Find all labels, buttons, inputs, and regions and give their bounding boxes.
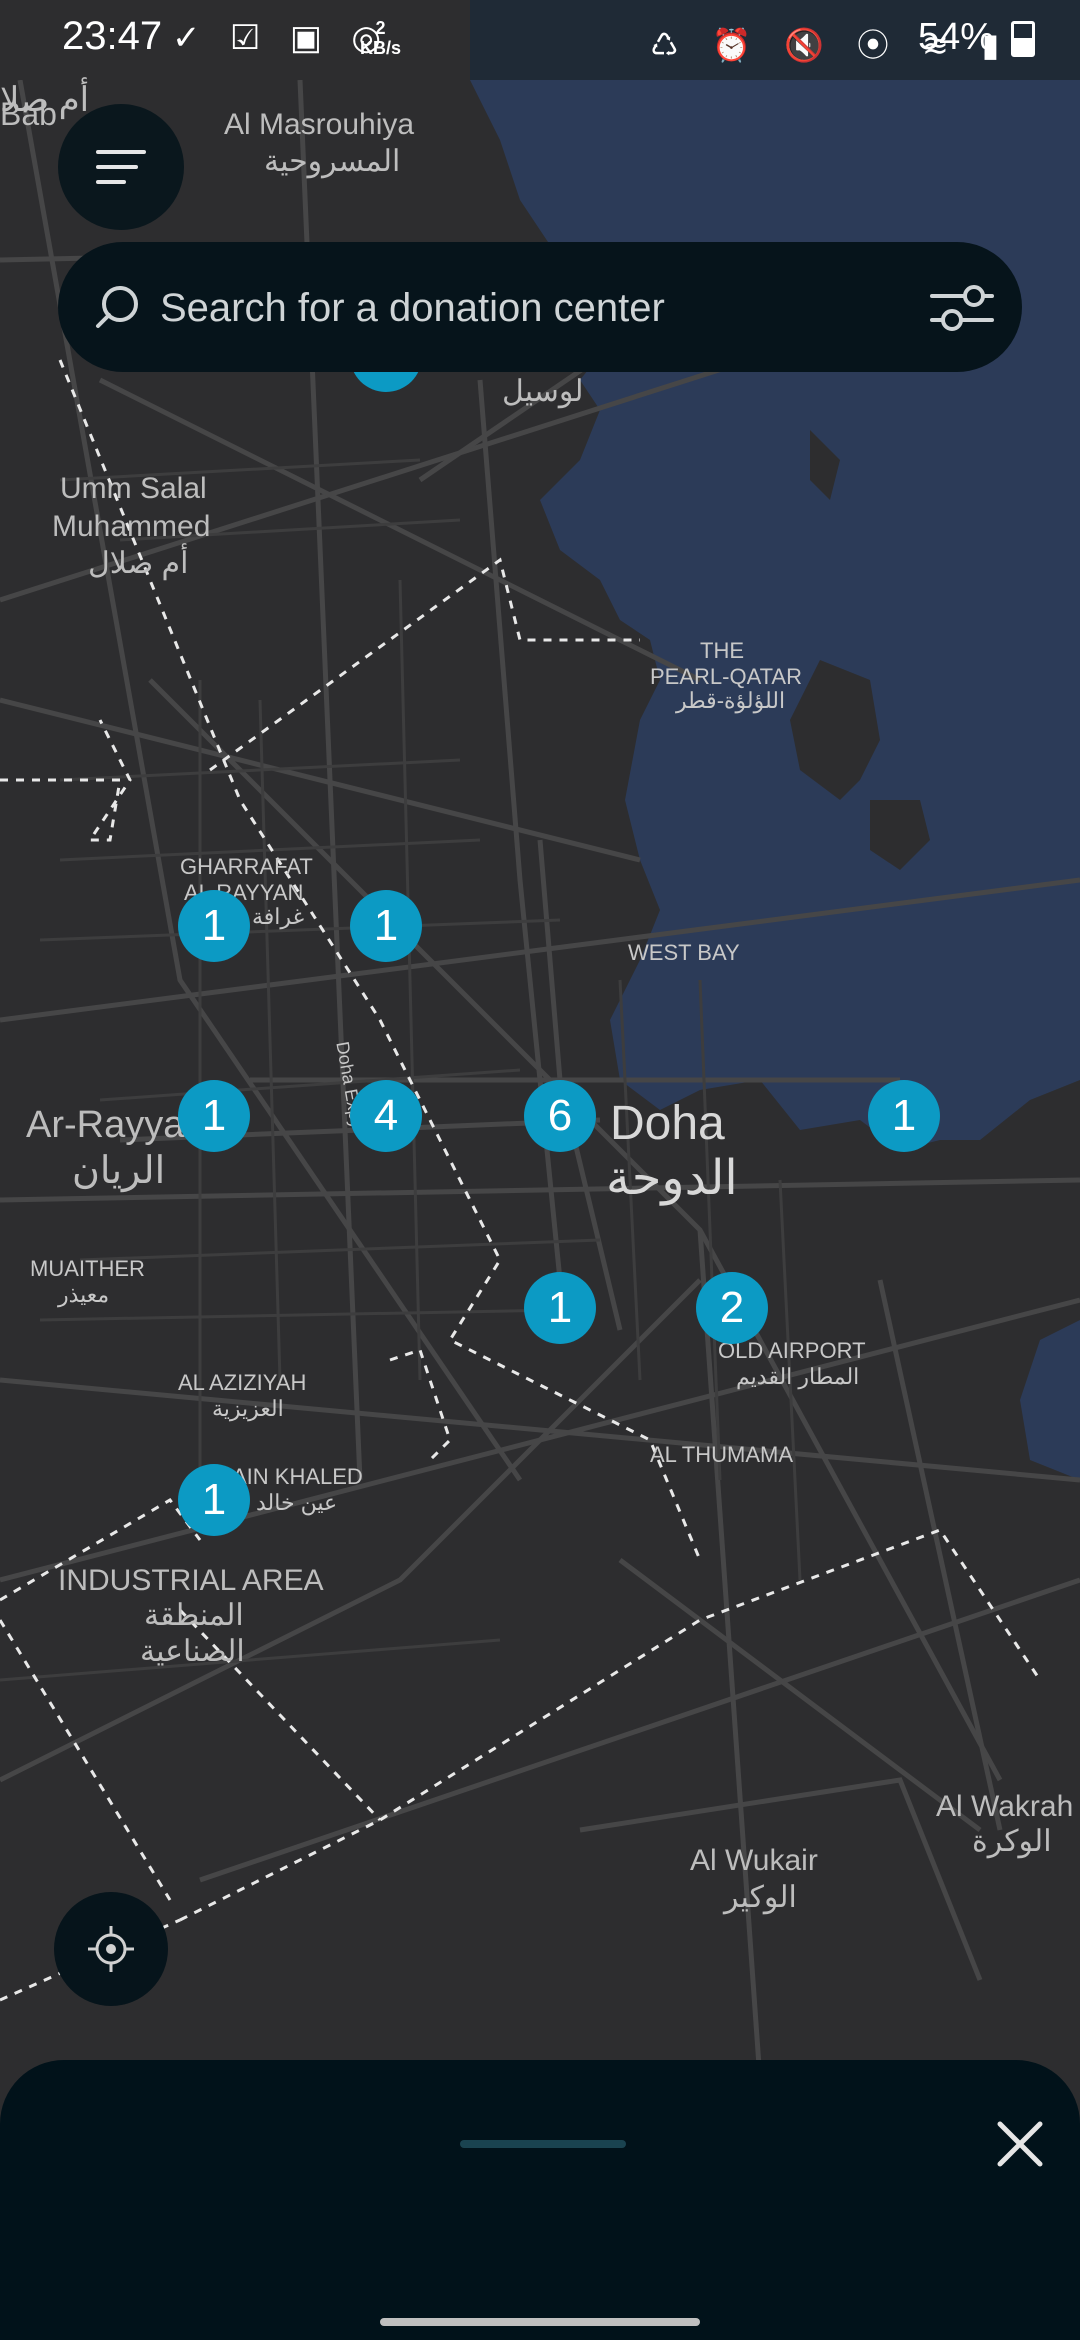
status-notification-icons: ✓ ☑ ▣ ◎ xyxy=(172,19,392,57)
map-label-lusail-ar: لوسيل xyxy=(502,375,584,408)
map-label-west-bay: WEST BAY xyxy=(628,940,740,965)
menu-button[interactable] xyxy=(58,104,184,230)
home-gesture-pill[interactable] xyxy=(380,2318,700,2326)
map-label-industrial-area: INDUSTRIAL AREA xyxy=(58,1564,324,1597)
map-label-al-wakrah: Al Wakrah xyxy=(936,1790,1074,1823)
bottom-sheet[interactable] xyxy=(0,2060,1080,2304)
wakrah-water xyxy=(1020,1320,1080,1480)
cluster-marker[interactable]: 1 xyxy=(524,1272,596,1344)
cluster-marker[interactable]: 2 xyxy=(696,1272,768,1344)
status-time: 23:47 xyxy=(62,14,163,58)
filter-sliders-icon[interactable] xyxy=(930,278,994,338)
map-label-muaither-ar: معيذر xyxy=(58,1282,110,1307)
map-label-the: THE xyxy=(700,638,744,663)
map-label-al-aziziyah-ar: العزيزية xyxy=(212,1396,284,1421)
search-icon xyxy=(96,286,138,328)
map-label-old-airport-ar: المطار القديم xyxy=(736,1364,860,1389)
map-label-al-masrouhiya-ar: المسروحية xyxy=(264,145,401,178)
sea-water xyxy=(470,80,1080,1150)
network-speed: 2 KB/s xyxy=(360,18,401,58)
map-label-al-wukair: Al Wukair xyxy=(690,1844,818,1877)
status-bar: 23:47 ✓ ☑ ▣ ◎ 2 KB/s ♺ ⏰ 🔇 ⦿ ≋ ▮ 54% xyxy=(0,0,1080,80)
network-speed-value: 2 xyxy=(375,18,386,38)
map-label-gharrafat: GHARRAFAT xyxy=(180,854,313,879)
map-label-gharrafat-ar: غرافة xyxy=(252,904,305,929)
map-label-al-thumama: AL THUMAMA xyxy=(650,1442,794,1467)
network-speed-unit: KB/s xyxy=(360,38,402,58)
map-label-umm-salal-ar: أم صلال xyxy=(88,547,189,580)
search-input[interactable] xyxy=(158,272,882,344)
search-bar[interactable] xyxy=(58,242,1022,372)
my-location-icon xyxy=(88,1926,134,1972)
map-label-muhammed: Muhammed xyxy=(52,510,211,543)
map-label-pearl-qatar-ar: اللؤلؤة-قطر xyxy=(676,688,786,713)
map-label-ain-khaled-ar: عين خالد xyxy=(256,1490,338,1515)
close-icon[interactable] xyxy=(990,2114,1050,2174)
map-label-ain-khaled: AIN KHALED xyxy=(232,1464,363,1489)
cluster-marker[interactable]: 4 xyxy=(350,1080,422,1152)
my-location-button[interactable] xyxy=(54,1892,168,2006)
battery-icon xyxy=(1010,20,1035,57)
battery-indicator: 54% xyxy=(918,16,1035,59)
cluster-marker[interactable]: 6 xyxy=(524,1080,596,1152)
map-label-pearl-qatar: PEARL-QATAR xyxy=(650,664,802,689)
map-label-muaither: MUAITHER xyxy=(30,1256,145,1281)
map-label-industrial-area-ar-2: الصناعية xyxy=(140,1635,245,1668)
map-label-ar-rayyan-ar: الريان xyxy=(72,1150,166,1192)
cluster-marker[interactable]: 1 xyxy=(178,1080,250,1152)
map-label-al-aziziyah: AL AZIZIYAH xyxy=(178,1370,307,1395)
map-view[interactable]: أم صلا Bab Al Masrouhiya المسروحية لوسيل… xyxy=(0,80,1080,2080)
map-label-edge-2: Bab xyxy=(0,96,57,132)
map-label-umm-salal: Umm Salal xyxy=(60,472,207,505)
battery-percent: 54% xyxy=(918,16,995,58)
cluster-marker[interactable]: 1 xyxy=(178,1464,250,1536)
battery-level-fill xyxy=(1013,37,1032,54)
sheet-drag-handle[interactable] xyxy=(460,2140,626,2148)
map-label-doha: Doha xyxy=(610,1097,725,1150)
cluster-marker[interactable]: 1 xyxy=(178,890,250,962)
cluster-marker[interactable]: 1 xyxy=(868,1080,940,1152)
map-label-al-masrouhiya: Al Masrouhiya xyxy=(224,108,415,141)
map-label-doha-ar: الدوحة xyxy=(606,1152,738,1205)
map-label-al-wakrah-ar: الوكرة xyxy=(972,1825,1052,1858)
cluster-marker[interactable]: 1 xyxy=(350,890,422,962)
system-nav-bar xyxy=(0,2304,1080,2340)
map-label-industrial-area-ar-1: المنطقة xyxy=(144,1599,244,1632)
map-label-al-wukair-ar: الوكير xyxy=(724,1881,797,1914)
